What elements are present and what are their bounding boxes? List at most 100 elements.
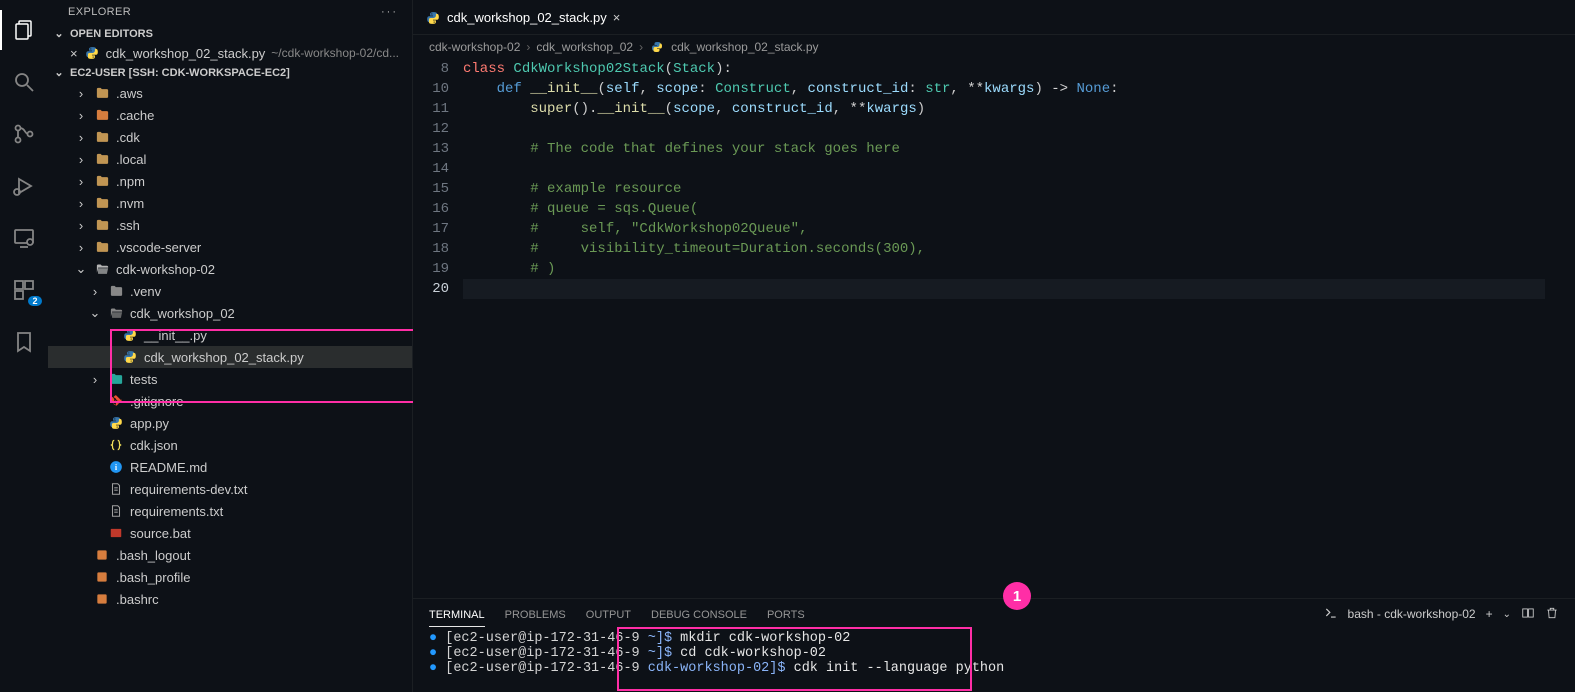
tree-folder[interactable]: › .npm	[48, 170, 412, 192]
tree-folder[interactable]: ›.vscode-server	[48, 236, 412, 258]
chevron-icon: ›	[74, 108, 88, 123]
panel-tabs: TERMINAL PROBLEMS OUTPUT DEBUG CONSOLE PORTS…	[413, 599, 1575, 629]
tree-item-label: .cache	[116, 108, 154, 123]
trash-icon[interactable]	[1545, 606, 1559, 623]
split-terminal-icon[interactable]	[1521, 606, 1535, 623]
tree-file[interactable]: source.bat	[48, 522, 412, 544]
tab-close-icon[interactable]: ×	[613, 10, 621, 25]
breadcrumb-segment[interactable]: cdk_workshop_02_stack.py	[671, 40, 818, 54]
tree-item-label: .local	[116, 152, 146, 167]
tree-file[interactable]: iREADME.md	[48, 456, 412, 478]
tree-item-label: .bashrc	[116, 592, 159, 607]
tree-file[interactable]: requirements-dev.txt	[48, 478, 412, 500]
chevron-icon: ›	[74, 130, 88, 145]
tree-folder[interactable]: ⌄ cdk-workshop-02	[48, 258, 412, 280]
new-terminal-icon[interactable]: +	[1486, 607, 1493, 621]
breadcrumb-segment[interactable]: cdk_workshop_02	[536, 40, 633, 54]
chevron-icon: ›	[74, 174, 88, 189]
open-editors-label: OPEN EDITORS	[70, 28, 153, 40]
tree-file[interactable]: .bashrc	[48, 588, 412, 610]
chevron-icon: ›	[74, 240, 88, 255]
tree-file[interactable]: .bash_profile	[48, 566, 412, 588]
file-tree: ›.aws›.cache›.cdk›.local›.npm›.nvm›.ssh›…	[48, 82, 412, 692]
close-icon[interactable]: ×	[70, 46, 78, 61]
remote-explorer-icon[interactable]	[0, 218, 48, 258]
tree-folder[interactable]: ›.ssh	[48, 214, 412, 236]
tree-item-label: .bash_profile	[116, 570, 190, 585]
tree-item-label: cdk-workshop-02	[116, 262, 215, 277]
tree-item-label: .bash_logout	[116, 548, 190, 563]
search-icon[interactable]	[0, 62, 48, 102]
chevron-down-icon: ⌄	[52, 66, 66, 79]
extensions-badge: 2	[28, 296, 42, 306]
sidebar-title: EXPLORER	[68, 6, 131, 18]
open-editor-item[interactable]: × cdk_workshop_02_stack.py ~/cdk-worksho…	[48, 43, 412, 63]
minimap[interactable]	[1545, 56, 1575, 286]
extensions-icon[interactable]: 2	[0, 270, 48, 310]
tree-item-label: cdk_workshop_02	[130, 306, 235, 321]
breadcrumb-segment[interactable]: cdk-workshop-02	[429, 40, 520, 54]
python-file-icon	[425, 10, 441, 26]
panel-tab-problems[interactable]: PROBLEMS	[505, 602, 566, 626]
python-file-icon	[649, 39, 665, 55]
more-icon[interactable]: ···	[381, 6, 398, 18]
source-control-icon[interactable]	[0, 114, 48, 154]
tree-item-label: __init__.py	[144, 328, 207, 343]
line-number-gutter: 81011121314151617181920	[421, 59, 463, 598]
tree-item-label: source.bat	[130, 526, 191, 541]
explorer-icon[interactable]	[0, 10, 48, 50]
tree-item-label: .npm	[116, 174, 145, 189]
breadcrumbs[interactable]: cdk-workshop-02 › cdk_workshop_02 › cdk_…	[413, 35, 1575, 59]
tree-folder[interactable]: ⌄cdk_workshop_02	[48, 302, 412, 324]
terminal-output[interactable]: ● [ec2-user@ip-172-31-46-9 ~]$ mkdir cdk…	[413, 629, 1575, 692]
activity-bar: 2	[0, 0, 48, 692]
tree-item-label: requirements-dev.txt	[130, 482, 248, 497]
tree-folder[interactable]: › .nvm	[48, 192, 412, 214]
panel-tab-ports[interactable]: PORTS	[767, 602, 805, 626]
tree-file[interactable]: .bash_logout	[48, 544, 412, 566]
tree-folder[interactable]: ›.cdk	[48, 126, 412, 148]
panel-tab-terminal[interactable]: TERMINAL	[429, 602, 485, 627]
tree-item-label: .nvm	[116, 196, 144, 211]
code-editor[interactable]: 81011121314151617181920 class CdkWorksho…	[413, 59, 1575, 598]
tree-folder[interactable]: › .cache	[48, 104, 412, 126]
tree-file[interactable]: app.py	[48, 412, 412, 434]
tree-item-label: tests	[130, 372, 157, 387]
tree-item-label: .aws	[116, 86, 143, 101]
sidebar: EXPLORER ··· ⌄ OPEN EDITORS × cdk_worksh…	[48, 0, 413, 692]
workspace-header[interactable]: ⌄ EC2-USER [SSH: CDK-WORKSPACE-EC2]	[48, 63, 412, 82]
chevron-icon: ›	[88, 284, 102, 299]
terminal-shell-label[interactable]: bash - cdk-workshop-02	[1348, 607, 1476, 621]
tree-file[interactable]: cdk_workshop_02_stack.py	[48, 346, 412, 368]
tree-folder[interactable]: ›.venv	[48, 280, 412, 302]
tab-filename: cdk_workshop_02_stack.py	[447, 10, 607, 25]
tree-file[interactable]: requirements.txt	[48, 500, 412, 522]
editor-tab[interactable]: cdk_workshop_02_stack.py ×	[413, 0, 633, 34]
tree-folder[interactable]: › tests	[48, 368, 412, 390]
tree-folder[interactable]: › .aws	[48, 82, 412, 104]
chevron-icon: ⌄	[74, 261, 88, 277]
run-debug-icon[interactable]	[0, 166, 48, 206]
bookmark-icon[interactable]	[0, 322, 48, 362]
editor-area: cdk_workshop_02_stack.py × cdk-workshop-…	[413, 0, 1575, 692]
code-content[interactable]: class CdkWorkshop02Stack(Stack): def __i…	[463, 59, 1575, 598]
tree-file[interactable]: .gitignore	[48, 390, 412, 412]
open-editors-header[interactable]: ⌄ OPEN EDITORS	[48, 24, 412, 43]
tree-item-label: app.py	[130, 416, 169, 431]
panel-tab-output[interactable]: OUTPUT	[586, 602, 631, 626]
terminal-dropdown-icon[interactable]: ⌄	[1503, 609, 1511, 620]
tree-file[interactable]: __init__.py	[48, 324, 412, 346]
panel-tab-debug-console[interactable]: DEBUG CONSOLE	[651, 602, 747, 626]
tree-item-label: cdk.json	[130, 438, 178, 453]
tree-file[interactable]: cdk.json	[48, 434, 412, 456]
tree-item-label: requirements.txt	[130, 504, 223, 519]
chevron-icon: ›	[88, 372, 102, 387]
tree-item-label: .ssh	[116, 218, 140, 233]
chevron-icon: ›	[74, 196, 88, 211]
tree-folder[interactable]: ›.local	[48, 148, 412, 170]
open-editor-filename: cdk_workshop_02_stack.py	[106, 46, 266, 61]
chevron-right-icon: ›	[639, 40, 643, 54]
annotation-badge-1: 1	[1003, 582, 1031, 610]
chevron-icon: ›	[74, 86, 88, 101]
terminal-panel: TERMINAL PROBLEMS OUTPUT DEBUG CONSOLE PORTS…	[413, 598, 1575, 692]
